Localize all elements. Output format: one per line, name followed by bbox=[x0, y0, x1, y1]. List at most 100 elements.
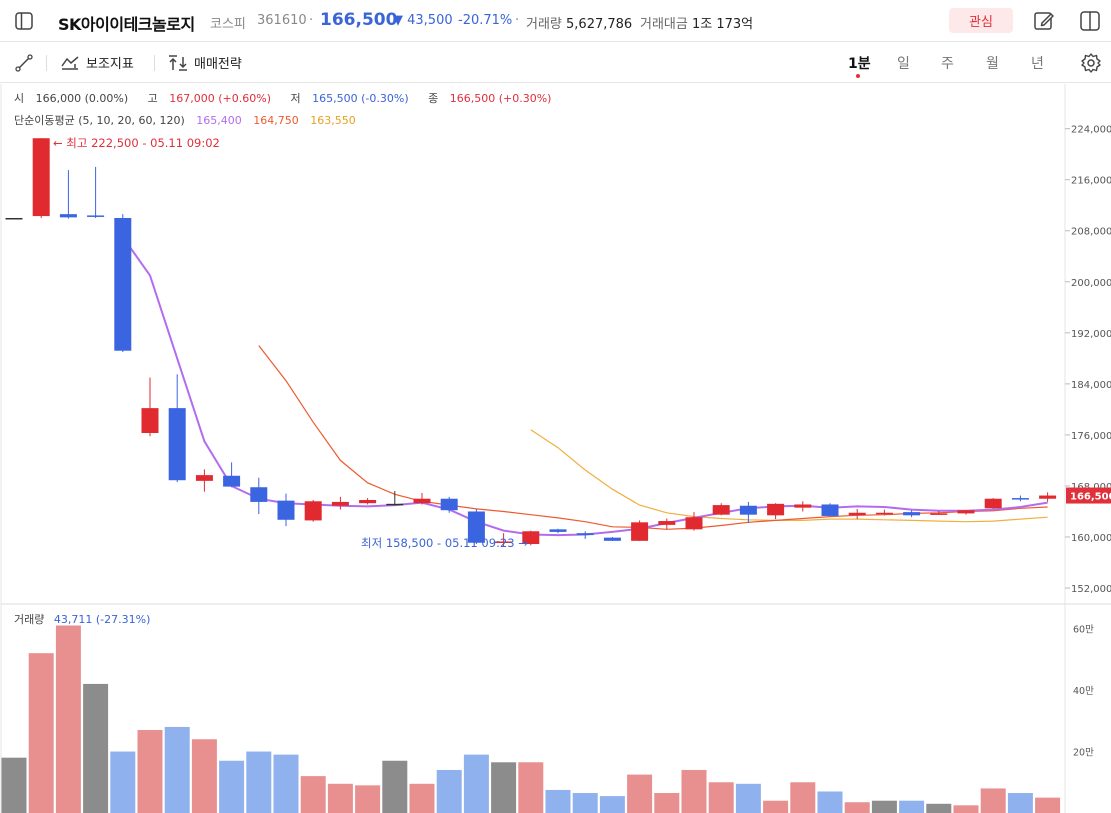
volume-bar bbox=[191, 739, 217, 813]
candle bbox=[848, 508, 866, 520]
volume-bar bbox=[55, 625, 81, 813]
price-tick-label: 200,000 bbox=[1071, 278, 1111, 289]
open-value: 166,000 (0.00%) bbox=[35, 92, 129, 105]
candlesticks bbox=[5, 138, 1057, 547]
candle-body bbox=[440, 498, 458, 511]
candle bbox=[168, 374, 186, 483]
candle-body bbox=[59, 214, 77, 218]
ma5-value: 165,400 bbox=[196, 114, 242, 127]
candle-body bbox=[984, 498, 1002, 509]
high-label: 고 bbox=[147, 92, 158, 105]
candle-body bbox=[223, 475, 241, 487]
volume-bar bbox=[1035, 797, 1061, 813]
candle-body bbox=[5, 217, 23, 220]
high-value: 167,000 (+0.60%) bbox=[169, 92, 271, 105]
candle-body bbox=[603, 537, 621, 541]
volume-bar bbox=[110, 751, 136, 813]
candle bbox=[359, 498, 377, 505]
volume-bar bbox=[83, 683, 109, 813]
candle-body bbox=[631, 522, 649, 541]
price-tick-label: 192,000 bbox=[1071, 329, 1111, 340]
candle-body bbox=[821, 504, 839, 516]
ma10-line bbox=[258, 345, 1048, 530]
price-tick-label: 224,000 bbox=[1071, 125, 1111, 136]
candle-body bbox=[331, 501, 349, 506]
volume-bar bbox=[708, 782, 734, 813]
candle bbox=[87, 166, 105, 218]
volume-bar bbox=[246, 751, 272, 813]
candle bbox=[631, 520, 649, 541]
volume-tick-label: 20만 bbox=[1073, 748, 1094, 759]
candle-body bbox=[359, 500, 377, 504]
low-value: 165,500 (-0.30%) bbox=[312, 92, 409, 105]
volume-bar bbox=[137, 730, 163, 813]
volume-bar bbox=[382, 760, 408, 813]
candle-body bbox=[195, 475, 213, 481]
candle-body bbox=[32, 138, 50, 217]
volume-legend-label: 거래량 bbox=[14, 613, 45, 626]
ma-legend: 단순이동평균 (5, 10, 20, 60, 120) 165,400 164,… bbox=[14, 112, 364, 128]
candle-body bbox=[250, 487, 268, 502]
candle bbox=[5, 217, 23, 220]
candle-body bbox=[114, 217, 132, 351]
candle bbox=[32, 138, 50, 218]
candle bbox=[576, 531, 594, 539]
candle-body bbox=[903, 512, 921, 516]
candle-body bbox=[413, 498, 431, 504]
volume-bar bbox=[572, 793, 598, 813]
volume-bar bbox=[871, 800, 897, 813]
volume-bar bbox=[817, 791, 843, 813]
candle-body bbox=[875, 512, 893, 515]
candle-body bbox=[304, 501, 322, 521]
candle bbox=[1011, 495, 1029, 502]
price-tick-label: 208,000 bbox=[1071, 227, 1111, 238]
candle bbox=[277, 493, 295, 527]
candle-body bbox=[930, 513, 948, 515]
candle-body bbox=[549, 529, 567, 532]
candle bbox=[712, 503, 730, 516]
volume-bar bbox=[980, 788, 1006, 813]
volume-bar bbox=[518, 762, 544, 813]
volume-bar bbox=[273, 754, 299, 813]
candle bbox=[59, 170, 77, 219]
volume-bar bbox=[763, 800, 789, 813]
candle-body bbox=[1011, 498, 1029, 500]
candle bbox=[794, 501, 812, 512]
candle-body bbox=[848, 512, 866, 516]
candle-body bbox=[767, 503, 785, 516]
candle-body bbox=[386, 503, 404, 506]
volume-bar bbox=[1, 757, 27, 813]
candle-body bbox=[658, 521, 676, 525]
volume-bar bbox=[355, 785, 381, 813]
candle bbox=[1039, 492, 1057, 502]
price-tick-label: 184,000 bbox=[1071, 380, 1111, 391]
candle-body bbox=[141, 408, 159, 434]
volume-bar bbox=[599, 796, 625, 813]
volume-bar bbox=[219, 760, 245, 813]
candle bbox=[658, 518, 676, 530]
candle bbox=[141, 377, 159, 437]
volume-bar bbox=[899, 800, 925, 813]
ma10-value: 164,750 bbox=[253, 114, 299, 127]
candle-body bbox=[168, 408, 186, 481]
candle bbox=[304, 500, 322, 522]
candle bbox=[767, 503, 785, 520]
volume-bar bbox=[926, 803, 952, 813]
candle bbox=[440, 496, 458, 513]
volume-bar bbox=[627, 774, 653, 813]
candle bbox=[413, 492, 431, 505]
volume-bar bbox=[735, 783, 761, 813]
candle-body bbox=[277, 500, 295, 520]
candle bbox=[984, 498, 1002, 509]
ma20-line bbox=[530, 429, 1048, 523]
volume-bar bbox=[1007, 793, 1033, 813]
volume-tick-label: 40만 bbox=[1073, 686, 1094, 697]
volume-bar bbox=[409, 783, 435, 813]
volume-bars bbox=[1, 625, 1061, 813]
volume-bar bbox=[28, 653, 54, 813]
min-price-annotation: 최저 158,500 - 05.11 09:23 → bbox=[361, 536, 528, 550]
price-tick-label: 160,000 bbox=[1071, 533, 1111, 544]
candle bbox=[386, 491, 404, 506]
max-price-annotation: ← 최고 222,500 - 05.11 09:02 bbox=[53, 136, 220, 150]
volume-bar bbox=[681, 769, 707, 813]
